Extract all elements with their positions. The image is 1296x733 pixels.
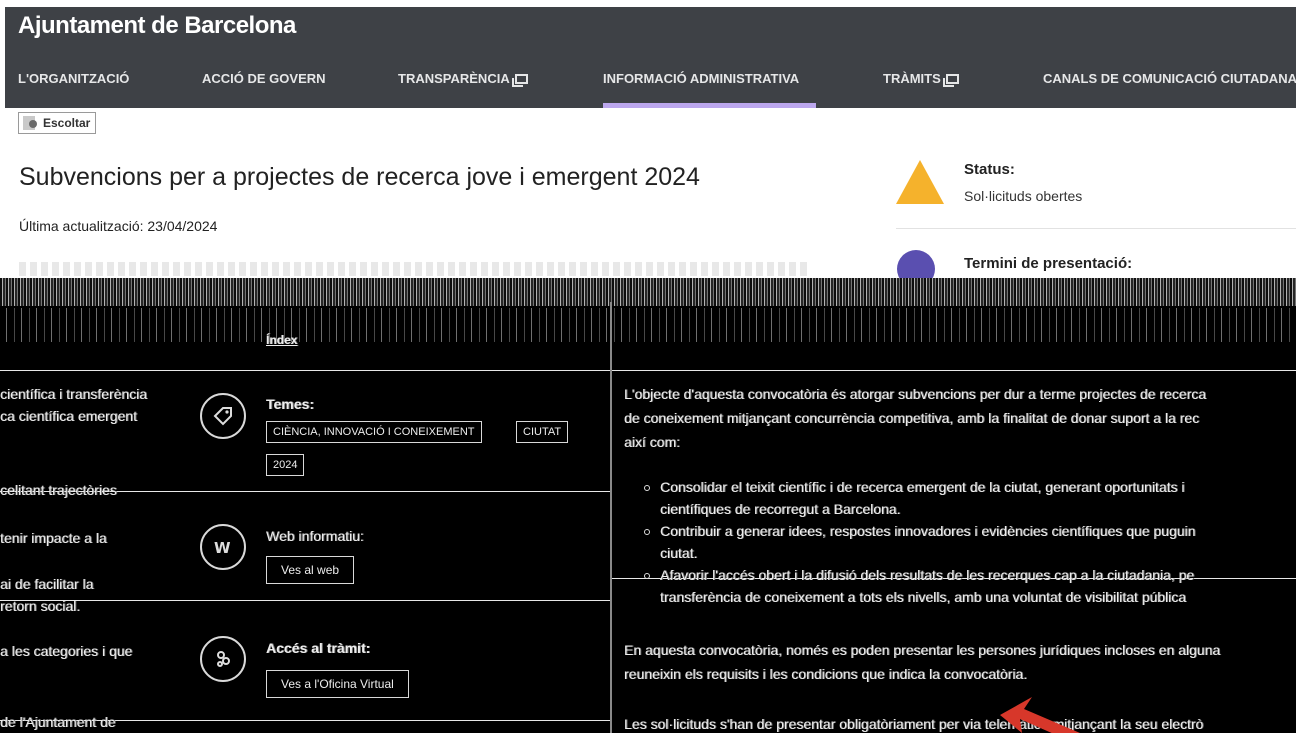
svg-text:W: W [214, 539, 231, 557]
listen-button[interactable]: Escoltar [18, 112, 97, 134]
status-value: Sol·licituds obertes [964, 188, 1083, 204]
bullet-marker [644, 485, 650, 491]
main-nav: L'ORGANITZACIÓ ACCIÓ DE GOVERN TRANSPARÈ… [5, 49, 1296, 108]
web-button[interactable]: Ves al web [266, 556, 355, 584]
deadline-label: Termini de presentació: [964, 255, 1133, 272]
themes-label: Temes: [266, 396, 314, 412]
nav-item-informacio-administrativa[interactable]: INFORMACIÓ ADMINISTRATIVA [603, 49, 816, 108]
left-fragment: de l'Ajuntament de [0, 714, 116, 730]
list-item: Afavorir l'accés obert i la difusió dels… [660, 567, 1195, 583]
theme-tag[interactable]: CIÈNCIA, INNOVACIÓ I CONEIXEMENT [266, 421, 482, 443]
list-item: ciutat. [660, 545, 698, 561]
bullet-marker [644, 573, 650, 579]
divider [0, 600, 610, 601]
list-item: Contribuir a generar idees, respostes in… [660, 523, 1196, 539]
left-fragment: retorn social. [0, 598, 81, 614]
nav-item-organitzacio[interactable]: L'ORGANITZACIÓ [18, 49, 129, 108]
glitched-content-area: Índex científica i transferència ca cien… [0, 278, 1296, 733]
nav-item-transparencia[interactable]: TRANSPARÈNCIA [398, 49, 528, 108]
status-label: Status: [964, 161, 1015, 178]
left-fragment: ai de facilitar la [0, 576, 94, 592]
intro-paragraph: de coneixement mitjançant concurrència c… [624, 410, 1200, 426]
divider [612, 370, 1296, 371]
render-noise [0, 308, 1296, 342]
column-divider [610, 302, 612, 733]
procedure-label: Accés al tràmit: [266, 640, 371, 656]
web-label: Web informatiu: [266, 528, 364, 544]
bullet-marker [644, 529, 650, 535]
external-link-icon [511, 73, 528, 87]
page-title: Subvencions per a projectes de recerca j… [19, 163, 700, 191]
render-noise [0, 278, 1296, 306]
nav-item-canals-comunicacio[interactable]: CANALS DE COMUNICACIÓ CIUTADANA [1043, 49, 1296, 108]
list-item: científiques de recorregut a Barcelona. [660, 501, 901, 517]
left-fragment: ca científica emergent [0, 408, 137, 424]
speaker-icon [23, 116, 39, 130]
divider [896, 228, 1296, 229]
site-header: Ajuntament de Barcelona L'ORGANITZACIÓ A… [5, 7, 1296, 108]
left-fragment: científica i transferència [0, 386, 148, 402]
list-item: transferència de coneixement a tots els … [660, 589, 1187, 605]
virtual-office-button[interactable]: Ves a l'Oficina Virtual [266, 670, 409, 698]
external-link-icon [942, 73, 959, 87]
left-fragment: celitant trajectòries [0, 482, 117, 498]
intro-text-faded [19, 262, 809, 276]
eligibility-paragraph: reuneixin els requisits i les condicions… [624, 666, 1028, 682]
nav-item-tramits[interactable]: TRÀMITS [883, 49, 959, 108]
users-icon [200, 636, 246, 682]
web-icon: W [200, 524, 246, 570]
tab-index[interactable]: Índex [266, 333, 297, 347]
submission-paragraph: Les sol·licituds s'han de presentar obli… [624, 716, 1204, 732]
left-fragment: tenir impacte a la [0, 530, 107, 546]
eligibility-paragraph: En aquesta convocatòria, només es poden … [624, 642, 1221, 658]
divider [0, 370, 610, 371]
nav-item-accio-de-govern[interactable]: ACCIÓ DE GOVERN [202, 49, 326, 108]
listen-label: Escoltar [43, 116, 91, 130]
tag-icon [200, 393, 246, 439]
red-arrow-icon [1000, 697, 1080, 733]
theme-tag[interactable]: 2024 [266, 454, 305, 476]
intro-paragraph: així com: [624, 434, 681, 450]
intro-paragraph: L'objecte d'aquesta convocatòria és ator… [624, 386, 1207, 402]
site-brand[interactable]: Ajuntament de Barcelona [18, 12, 296, 40]
left-fragment: a les categories i que [0, 643, 133, 659]
last-updated: Última actualització: 23/04/2024 [19, 218, 218, 234]
theme-tag[interactable]: CIUTAT [516, 421, 569, 443]
warning-triangle-icon [896, 160, 944, 204]
list-item: Consolidar el teixit científic i de rece… [660, 479, 1185, 495]
